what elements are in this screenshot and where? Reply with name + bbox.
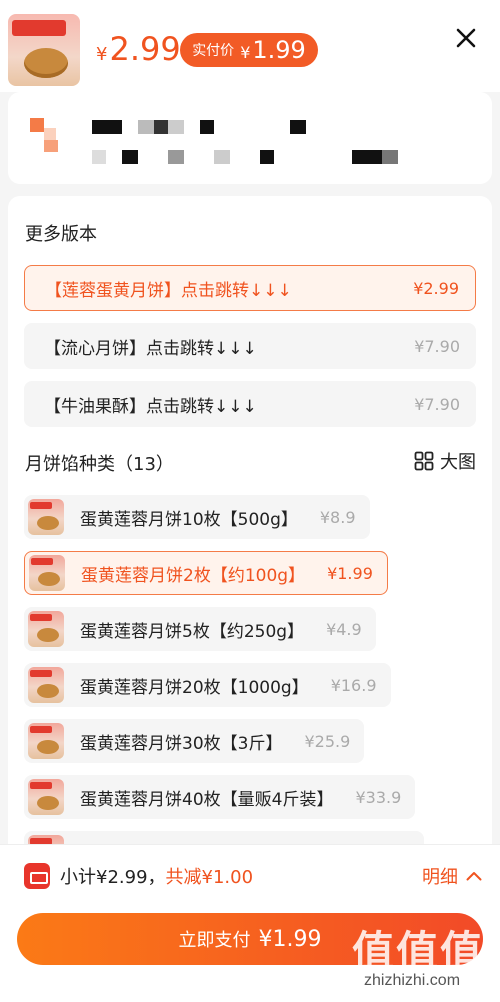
- flavor-name: 蛋黄莲蓉月饼30枚【3斤】: [80, 733, 283, 754]
- redacted-block: [260, 150, 274, 164]
- version-price: ¥7.90: [414, 336, 460, 356]
- version-item[interactable]: 【流心月饼】点击跳转↓↓↓ ¥7.90: [24, 323, 476, 369]
- versions-title: 更多版本: [25, 224, 97, 245]
- detail-toggle[interactable]: 明细: [422, 863, 482, 889]
- flavor-item[interactable]: 蛋黄莲蓉月饼40枚【量贩4斤装】 ¥33.9: [24, 775, 416, 819]
- version-price: ¥7.90: [414, 394, 460, 414]
- flavor-thumbnail: [28, 499, 64, 535]
- redacted-block: [44, 140, 58, 152]
- redacted-block: [214, 150, 230, 164]
- thumbnail-tag: [12, 20, 66, 36]
- flavor-name: 蛋黄莲蓉月饼5枚【约250g】: [80, 621, 305, 642]
- redacted-block: [138, 120, 154, 134]
- redacted-block: [382, 150, 398, 164]
- redacted-block: [352, 150, 382, 164]
- flavor-name: 蛋黄莲蓉月饼20枚【1000g】: [80, 677, 309, 698]
- product-thumbnail: [8, 14, 80, 86]
- coupon-icon: [24, 863, 50, 889]
- address-card[interactable]: [8, 92, 492, 184]
- flavor-item[interactable]: 蛋黄莲蓉月饼10枚【500g】 ¥8.9: [24, 495, 370, 539]
- version-name: 【流心月饼】点击跳转↓↓↓: [44, 338, 257, 359]
- detail-label: 明细: [422, 867, 458, 888]
- version-item[interactable]: 【莲蓉蛋黄月饼】点击跳转↓↓↓ ¥2.99: [24, 265, 476, 311]
- redacted-block: [30, 118, 44, 132]
- original-price: ¥2.99: [96, 30, 181, 68]
- pay-now-label: 立即支付: [178, 930, 251, 951]
- flavor-price: ¥1.99: [327, 563, 373, 583]
- redacted-block: [290, 120, 306, 134]
- flavor-item[interactable]: 蛋黄莲蓉月饼5枚【约250g】 ¥4.9: [24, 607, 376, 651]
- version-price: ¥2.99: [413, 278, 459, 298]
- flavor-price: ¥8.9: [319, 507, 356, 527]
- redacted-block: [122, 150, 138, 164]
- flavor-item[interactable]: 蛋黄莲蓉月饼30枚【3斤】 ¥25.9: [24, 719, 365, 763]
- redacted-block: [92, 150, 106, 164]
- flavor-price: ¥16.9: [330, 675, 377, 695]
- redacted-block: [154, 120, 168, 134]
- big-view-label: 大图: [440, 452, 476, 473]
- pay-now-button[interactable]: 立即支付 ¥1.99: [17, 913, 483, 965]
- flavor-item[interactable]: 蛋黄莲蓉月饼2枚【约100g】 ¥1.99: [24, 551, 388, 595]
- flavor-thumbnail: [28, 667, 64, 703]
- flavor-thumbnail: [28, 779, 64, 815]
- checkout-bar: 小计¥2.99， 共减¥1.00 明细 立即支付 ¥1.99: [0, 844, 500, 1002]
- subtotal-text: 小计¥2.99，: [60, 867, 166, 888]
- pay-now-amount: ¥1.99: [258, 926, 322, 952]
- close-icon[interactable]: [454, 26, 478, 50]
- flavor-name: 蛋黄莲蓉月饼40枚【量贩4斤装】: [80, 789, 334, 810]
- redacted-block: [92, 120, 122, 134]
- mooncake-image: [24, 48, 68, 78]
- flavors-title: 月饼馅种类（13）: [25, 454, 174, 475]
- flavor-thumbnail: [29, 555, 65, 591]
- subtotal: 小计¥2.99， 共减¥1.00: [24, 863, 253, 889]
- discount-text: 共减¥1.00: [165, 867, 254, 888]
- product-header: ¥2.99 实付价 ¥1.99: [0, 0, 500, 92]
- flavor-item[interactable]: 蛋黄莲蓉月饼20枚【1000g】 ¥16.9: [24, 663, 391, 707]
- redacted-block: [168, 120, 184, 134]
- version-item[interactable]: 【牛油果酥】点击跳转↓↓↓ ¥7.90: [24, 381, 476, 427]
- flavor-price: ¥33.9: [355, 787, 402, 807]
- version-name: 【牛油果酥】点击跳转↓↓↓: [44, 396, 257, 417]
- flavor-name: 蛋黄莲蓉月饼2枚【约100g】: [81, 565, 306, 586]
- chevron-up-icon: [466, 872, 482, 881]
- flavor-thumbnail: [28, 611, 64, 647]
- flavor-price: ¥25.9: [304, 731, 351, 751]
- redacted-block: [200, 120, 214, 134]
- flavor-name: 蛋黄莲蓉月饼10枚【500g】: [80, 509, 298, 530]
- flavor-thumbnail: [28, 723, 64, 759]
- version-name: 【莲蓉蛋黄月饼】点击跳转↓↓↓: [45, 280, 292, 301]
- actual-pay-badge: 实付价 ¥1.99: [180, 33, 318, 67]
- big-view-toggle[interactable]: 大图: [414, 449, 476, 473]
- redacted-block: [44, 128, 56, 140]
- flavor-price: ¥4.9: [326, 619, 362, 639]
- grid-icon: [414, 451, 434, 471]
- redacted-block: [168, 150, 184, 164]
